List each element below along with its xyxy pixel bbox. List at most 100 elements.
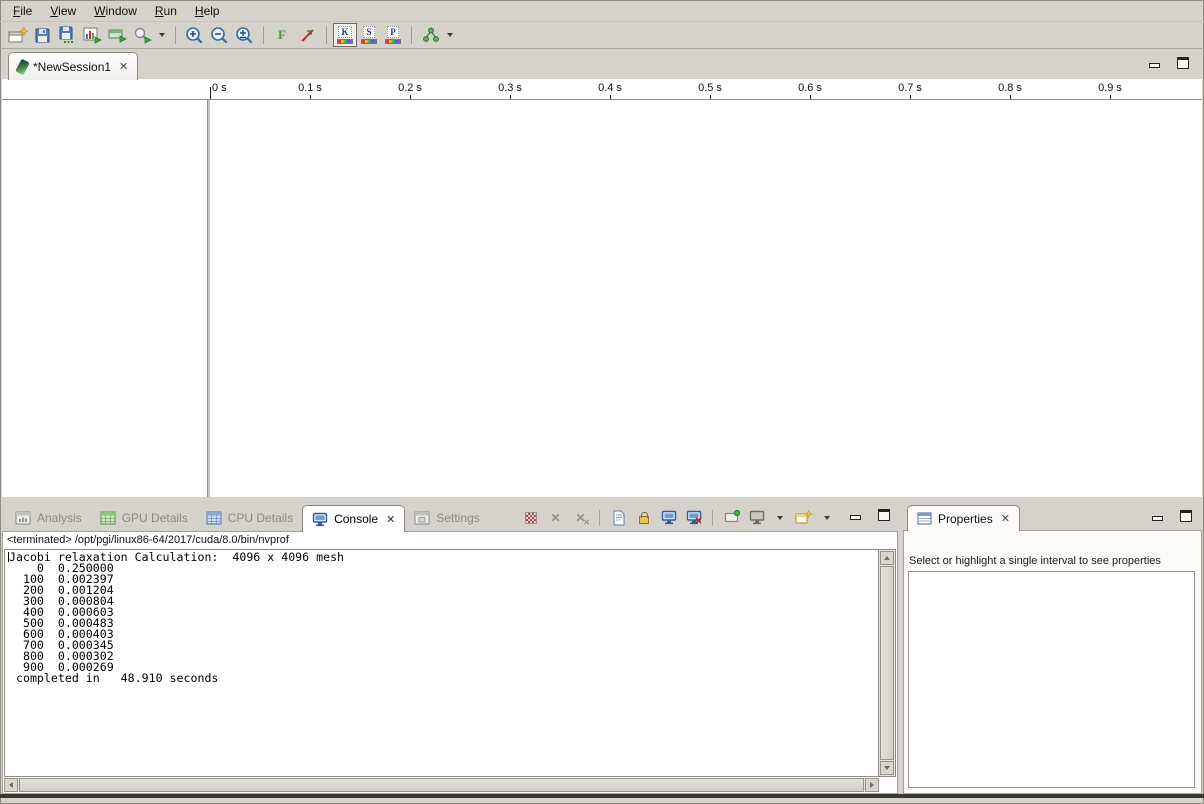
timeline-canvas[interactable] xyxy=(210,100,1202,497)
timeline-chart-icon xyxy=(83,27,102,44)
properties-tab-close-icon[interactable]: ✕ xyxy=(999,512,1010,525)
console-text-area[interactable]: Jacobi relaxation Calculation: 4096 x 40… xyxy=(4,549,896,777)
console-tab-close-icon[interactable]: ✕ xyxy=(384,513,395,526)
call-tree-dropdown-caret-icon[interactable] xyxy=(447,33,453,37)
new-session-icon xyxy=(8,27,28,44)
marker-f-button[interactable]: F xyxy=(270,23,295,47)
zoom-out-button[interactable] xyxy=(207,23,232,47)
toolbar-separator xyxy=(599,510,600,526)
new-session-button[interactable] xyxy=(5,23,30,47)
reset-zoom-icon xyxy=(235,26,254,45)
vertical-scroll-thumb[interactable] xyxy=(880,566,894,760)
kernel-color-strip-icon xyxy=(337,39,353,44)
editor-minimize-icon[interactable] xyxy=(1149,63,1160,68)
scroll-down-button[interactable] xyxy=(880,761,894,775)
run-dropdown-caret-icon[interactable] xyxy=(159,33,165,37)
menu-file[interactable]: File xyxy=(4,1,41,21)
show-stdout-icon xyxy=(661,510,677,525)
ruler-tick xyxy=(310,95,311,99)
stream-letter-icon: S xyxy=(363,26,374,38)
tab-gpu-details-label: GPU Details xyxy=(122,511,188,525)
tab-settings[interactable]: Settings xyxy=(405,505,488,531)
save-button[interactable] xyxy=(30,23,55,47)
display-selected-console-button[interactable] xyxy=(748,509,765,526)
ruler-tick-label: 0.9 s xyxy=(1098,82,1122,94)
editor-window-controls xyxy=(1149,57,1189,69)
properties-empty-box xyxy=(908,571,1195,788)
scroll-up-button[interactable] xyxy=(880,551,894,565)
properties-panel: Properties ✕ Select or highlight a singl… xyxy=(903,505,1202,794)
session-tab-close-icon[interactable]: ✕ xyxy=(117,60,128,73)
zoom-in-button[interactable] xyxy=(182,23,207,47)
horizontal-scroll-thumb[interactable] xyxy=(19,778,864,792)
console-minimize-icon[interactable] xyxy=(850,515,861,520)
remove-launch-button[interactable] xyxy=(547,509,564,526)
ruler-tick-label: 0.1 s xyxy=(298,82,322,94)
open-console-caret-icon[interactable] xyxy=(824,516,830,520)
menu-help[interactable]: Help xyxy=(186,1,229,21)
menu-view[interactable]: View xyxy=(41,1,85,21)
tab-properties[interactable]: Properties ✕ xyxy=(907,505,1020,531)
tab-gpu-details[interactable]: GPU Details xyxy=(91,505,197,531)
generate-timeline-button[interactable] xyxy=(80,23,105,47)
bottom-panel: Analysis GPU Details CPU Details xyxy=(2,505,898,794)
color-by-stream-button[interactable]: S xyxy=(357,23,381,47)
reset-zoom-button[interactable] xyxy=(232,23,257,47)
console-icon xyxy=(312,512,328,527)
ruler-tick xyxy=(610,95,611,99)
scroll-lock-button[interactable] xyxy=(635,509,652,526)
clear-console-button[interactable] xyxy=(610,509,627,526)
menu-run[interactable]: Run xyxy=(146,1,186,21)
console-output: Jacobi relaxation Calculation: 4096 x 40… xyxy=(5,550,895,684)
properties-maximize-icon[interactable] xyxy=(1180,510,1192,522)
open-console-button[interactable] xyxy=(795,509,812,526)
color-by-process-button[interactable]: P xyxy=(381,23,405,47)
editor-tab-strip: *NewSession1 ✕ xyxy=(0,50,1204,79)
call-tree-button[interactable] xyxy=(418,23,443,47)
tab-analysis-label: Analysis xyxy=(37,511,82,525)
ruler-tick xyxy=(210,87,211,99)
run-analysis-button[interactable] xyxy=(130,23,155,47)
pin-console-button[interactable] xyxy=(723,509,740,526)
show-stdout-button[interactable] xyxy=(660,509,677,526)
arrow-right-icon xyxy=(870,782,874,788)
save-all-button[interactable] xyxy=(55,23,80,47)
console-maximize-icon[interactable] xyxy=(878,509,890,521)
remove-all-terminated-button[interactable] xyxy=(572,509,589,526)
arrow-down-icon xyxy=(884,766,890,770)
menu-window[interactable]: Window xyxy=(85,1,146,21)
process-letter-icon: P xyxy=(387,26,399,38)
tab-analysis[interactable]: Analysis xyxy=(6,505,91,531)
properties-minimize-icon[interactable] xyxy=(1152,516,1163,521)
editor-maximize-icon[interactable] xyxy=(1177,57,1189,69)
terminate-button[interactable] xyxy=(522,509,539,526)
session-tab[interactable]: *NewSession1 ✕ xyxy=(8,52,138,80)
color-by-kernel-button[interactable]: K xyxy=(333,23,357,47)
properties-content: Select or highlight a single interval to… xyxy=(903,530,1202,794)
marker-flag-button[interactable] xyxy=(295,23,320,47)
ruler-tick xyxy=(410,95,411,99)
ruler-tick-label: 0.3 s xyxy=(498,82,522,94)
console-view: <terminated> /opt/pgi/linux86-64/2017/cu… xyxy=(2,531,898,794)
window-bottom-edge xyxy=(0,794,1204,798)
session-tab-label: *NewSession1 xyxy=(33,60,111,74)
analyze-magnifier-icon xyxy=(133,27,152,44)
main-toolbar: F K S P xyxy=(0,22,1204,49)
timeline-ruler[interactable]: 0 s0.1 s0.2 s0.3 s0.4 s0.5 s0.6 s0.7 s0.… xyxy=(2,79,1202,100)
scroll-left-button[interactable] xyxy=(4,778,18,792)
console-horizontal-scrollbar[interactable] xyxy=(4,778,879,792)
tab-cpu-details[interactable]: CPU Details xyxy=(197,505,302,531)
marker-f-icon: F xyxy=(278,27,287,43)
save-all-icon xyxy=(58,26,77,44)
scroll-right-button[interactable] xyxy=(865,778,879,792)
show-stderr-button[interactable] xyxy=(685,509,702,526)
call-tree-icon xyxy=(422,27,440,43)
stream-color-strip-icon xyxy=(361,39,377,44)
run-application-icon xyxy=(108,27,127,43)
run-application-button[interactable] xyxy=(105,23,130,47)
console-vertical-scrollbar[interactable] xyxy=(878,550,895,776)
properties-hint-text: Select or highlight a single interval to… xyxy=(909,555,1198,567)
tab-console[interactable]: Console ✕ xyxy=(302,505,405,532)
ruler-tick-label: 0.4 s xyxy=(598,82,622,94)
display-console-caret-icon[interactable] xyxy=(777,516,783,520)
